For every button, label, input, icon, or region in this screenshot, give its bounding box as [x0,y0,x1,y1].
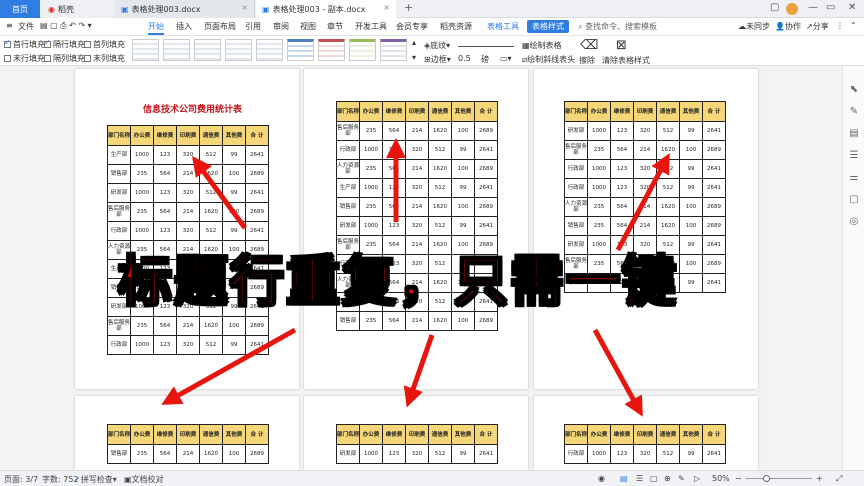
fit-icon[interactable]: ⤢ [836,474,842,484]
location-icon[interactable]: ◎ [848,216,860,228]
arrow [592,328,643,417]
arrow [161,327,297,405]
outline-view-icon[interactable]: ☰ [636,474,643,483]
zoom-slider-handle[interactable] [763,475,770,482]
overlay-caption: 标题行重复，只需一键 [117,248,678,314]
zoom-out-icon[interactable]: − [735,474,742,483]
select-icon[interactable]: ⬉ [848,84,860,96]
play-icon[interactable]: ▷ [694,474,700,483]
eye-icon[interactable]: ◉ [598,474,605,483]
status-bar: 页面: 3/7 字数: 752 ✓拼写检查▾ ▣文档校对 ◉ ▤ ☰ ▢ ⊕ ✎… [0,470,864,486]
proof-icon: ▣ [124,475,132,484]
template-icon[interactable]: ▢ [848,194,860,206]
arrow [192,155,248,230]
spell-label: 拼写检查 [80,475,113,484]
read-view-icon[interactable]: ▢ [650,474,658,483]
zoom-in-icon[interactable]: + [816,474,823,483]
check-icon: ✓ [74,475,81,484]
pen-view-icon[interactable]: ✎ [678,474,685,483]
proof-label: 文档校对 [131,475,164,484]
right-sidebar: ⬉ ✎ ▤ ☰ ⚌ ▢ ◎ [842,66,864,470]
web-view-icon[interactable]: ⊕ [664,474,671,483]
page-view-icon[interactable]: ▤ [620,474,628,483]
arrow [403,334,435,408]
page-indicator[interactable]: 页面: 3/7 [4,474,38,485]
format-icon[interactable]: ▤ [848,128,860,140]
spell-check[interactable]: ✓拼写检查▾ [74,474,117,485]
sliders-icon[interactable]: ☰ [848,150,860,162]
zoom-slider[interactable] [746,478,812,479]
adjust-icon[interactable]: ⚌ [848,172,860,184]
pen-icon[interactable]: ✎ [848,106,860,118]
zoom-level[interactable]: 50% [712,474,730,483]
doc-proof[interactable]: ▣文档校对 [124,474,164,485]
